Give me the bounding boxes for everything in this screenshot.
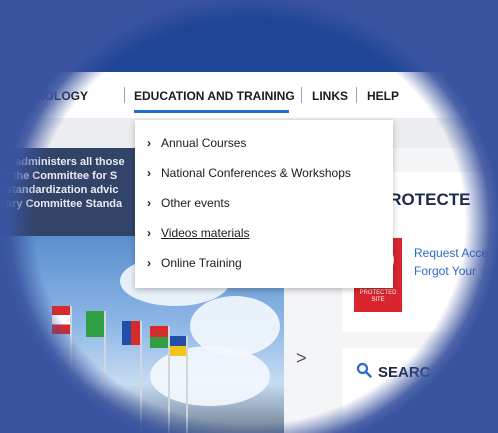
- flag: [52, 306, 70, 334]
- nav-item-help[interactable]: HELP: [367, 89, 399, 103]
- nav-active-indicator: [134, 110, 289, 113]
- site-header: ICE ≡ G: [0, 0, 498, 72]
- request-access-link[interactable]: Request Acce: [414, 246, 488, 260]
- menu-toggle[interactable]: ≡ G: [392, 18, 417, 35]
- protected-site-badge-text: PROTECTED SITE: [359, 290, 397, 303]
- site-brand[interactable]: ICE: [82, 8, 118, 31]
- flag-pole: [140, 321, 142, 433]
- flag: [122, 321, 140, 345]
- search-panel: [342, 348, 498, 433]
- flag: [86, 311, 104, 337]
- flag-pole: [104, 311, 106, 433]
- hero-text-line: e administers all those: [6, 156, 125, 168]
- dropdown-item-other-events[interactable]: › Other events: [147, 196, 230, 210]
- nav-separator: [356, 87, 357, 103]
- dropdown-item-annual-courses[interactable]: › Annual Courses: [147, 136, 246, 150]
- flag-pole: [186, 336, 188, 433]
- chevron-right-icon: ›: [147, 196, 151, 210]
- flag: [150, 326, 168, 348]
- nav-item-terminology[interactable]: RMINOLOGY: [14, 89, 88, 103]
- flag-pole: [70, 306, 72, 433]
- hero-text-line: standardization advic: [6, 184, 119, 196]
- carousel-next-button[interactable]: >: [296, 348, 307, 369]
- search-title: SEARC: [378, 364, 431, 381]
- chevron-right-icon: ›: [147, 136, 151, 150]
- page: ICE ≡ G RMINOLOGY EDUCATION AND TRAINING…: [0, 0, 498, 433]
- nav-item-links[interactable]: LINKS: [312, 89, 348, 103]
- chevron-right-icon: ›: [147, 226, 151, 240]
- nav-separator: [301, 87, 302, 103]
- dropdown-item-videos-materials[interactable]: › Videos materials: [147, 226, 250, 240]
- nav-separator: [124, 87, 125, 103]
- hero-text-line: ary Committee Standa: [6, 198, 123, 210]
- hero-text-line: f the Committee for S: [6, 170, 118, 182]
- chevron-right-icon: ›: [147, 166, 151, 180]
- flag: [170, 336, 186, 356]
- dropdown-item-online-training[interactable]: › Online Training: [147, 256, 242, 270]
- forgot-password-link[interactable]: Forgot Your: [414, 264, 476, 278]
- chevron-right-icon: ›: [147, 256, 151, 270]
- nav-item-education-and-training[interactable]: EDUCATION AND TRAINING: [134, 89, 295, 103]
- search-icon[interactable]: [356, 362, 372, 383]
- dropdown-item-national-conferences[interactable]: › National Conferences & Workshops: [147, 166, 351, 180]
